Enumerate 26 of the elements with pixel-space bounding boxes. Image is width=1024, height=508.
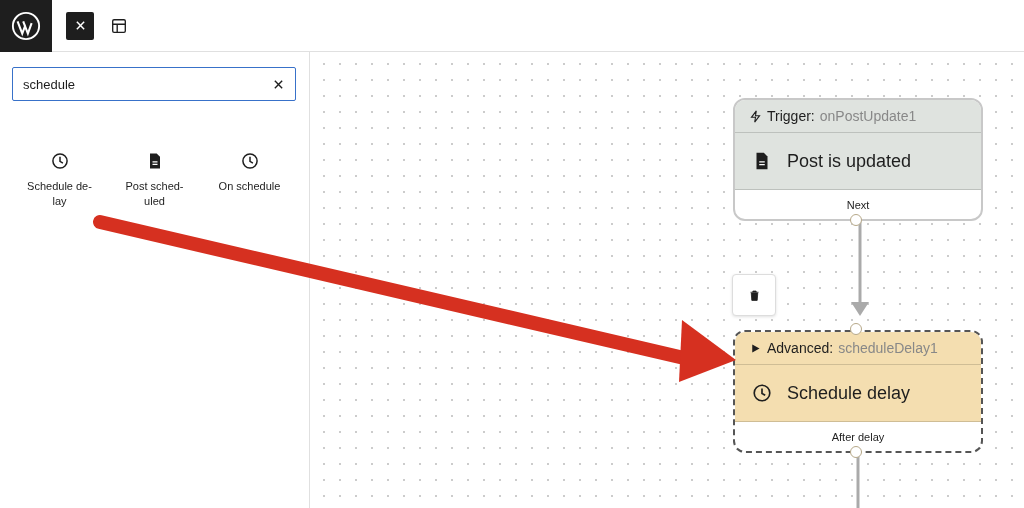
workflow-node[interactable]: Advanced: scheduleDelay1 Schedule delay After delay xyxy=(733,330,983,453)
close-button[interactable] xyxy=(66,11,94,40)
lightning-icon xyxy=(749,109,762,123)
block-item[interactable]: On schedule xyxy=(202,151,297,209)
node-output-label: Next xyxy=(846,198,870,211)
node-type: Trigger: xyxy=(767,108,815,124)
node-output-label: After delay xyxy=(831,430,885,443)
search-field[interactable]: schedule xyxy=(12,67,296,101)
input-port[interactable] xyxy=(850,323,862,335)
wordpress-logo[interactable] xyxy=(0,0,52,52)
clock-icon xyxy=(239,151,260,171)
node-id: scheduleDelay1 xyxy=(838,340,938,356)
node-title: Post is updated xyxy=(787,150,912,172)
block-item[interactable]: Post sched-uled xyxy=(107,151,202,209)
node-id: onPostUpdate1 xyxy=(819,108,917,124)
clock-icon xyxy=(49,151,70,171)
close-icon xyxy=(74,20,86,31)
block-item[interactable]: Schedule de-lay xyxy=(12,151,107,209)
workflow-node[interactable]: Trigger: onPostUpdate1 Post is updated Next xyxy=(733,98,983,221)
delete-button[interactable] xyxy=(732,274,776,316)
node-type: Advanced: xyxy=(767,340,834,356)
connector-line xyxy=(855,456,861,508)
trash-icon xyxy=(747,288,761,302)
node-title: Schedule delay xyxy=(787,382,911,404)
clock-icon xyxy=(751,382,773,404)
clear-icon[interactable] xyxy=(273,79,284,90)
